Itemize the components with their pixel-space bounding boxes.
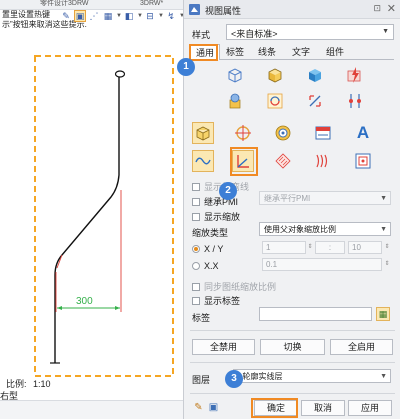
pin-icon[interactable]: ⊡ bbox=[373, 3, 381, 14]
tab-label[interactable]: 标签 bbox=[222, 44, 248, 60]
flip-arrow-icon[interactable] bbox=[304, 90, 326, 112]
xy-label: X / Y bbox=[204, 244, 224, 254]
xx-radio[interactable] bbox=[192, 262, 200, 270]
disable-all-button[interactable]: 全禁用 bbox=[192, 339, 255, 355]
flash-part-icon[interactable] bbox=[344, 64, 366, 86]
apply-button[interactable]: 应用 bbox=[348, 400, 392, 416]
scale-label: 比例: bbox=[6, 379, 27, 389]
box-outline-icon[interactable] bbox=[224, 64, 246, 86]
show-tag-row[interactable]: 显示标签 bbox=[192, 294, 240, 307]
close-icon[interactable]: ✕ bbox=[387, 2, 396, 15]
part-profile-line bbox=[54, 76, 120, 363]
tab-text[interactable]: 文字 bbox=[288, 44, 314, 60]
box-solid-icon[interactable] bbox=[304, 64, 326, 86]
show-fold-checkbox[interactable] bbox=[192, 182, 200, 191]
xy-row[interactable]: X / Y bbox=[192, 244, 223, 254]
tab-general[interactable]: 通用 bbox=[190, 44, 220, 60]
tab-component[interactable]: 组件 bbox=[322, 44, 348, 60]
grid-dots-icon[interactable] bbox=[352, 150, 374, 172]
show-scale-row[interactable]: 显示缩放 bbox=[192, 210, 240, 223]
divider bbox=[190, 393, 395, 394]
style-select-value: <来自标准> bbox=[231, 29, 278, 39]
style-label: 样式 bbox=[192, 30, 211, 40]
pmi-select-value: 继承平行PMI bbox=[264, 194, 311, 203]
cancel-button[interactable]: 取消 bbox=[301, 400, 345, 416]
step-badge-2: 2 bbox=[219, 182, 237, 200]
layer-label: 图层 bbox=[192, 375, 211, 385]
spin-arrows-icon[interactable]: ⇕ bbox=[383, 258, 391, 271]
show-tag-checkbox[interactable] bbox=[192, 296, 200, 305]
ratio-left-input[interactable]: 1 bbox=[262, 241, 306, 254]
display-style-icon-grid: A bbox=[192, 64, 394, 176]
panel-title-bar: 视图属性 ⊡ ✕ bbox=[184, 0, 400, 19]
tag-input[interactable] bbox=[259, 307, 372, 321]
dimension-arrow-left bbox=[57, 306, 62, 310]
part-drawing bbox=[34, 55, 174, 377]
scale-value: 1:10 bbox=[33, 379, 51, 389]
layer-select[interactable]: 1轮廓实线层 ▼ bbox=[233, 369, 391, 383]
property-tabs: 通用 标签 线条 文字 组件 bbox=[190, 44, 394, 60]
rectangle-label-icon[interactable] bbox=[312, 122, 334, 144]
step-badge-1: 1 bbox=[177, 58, 195, 76]
pmi-select[interactable]: 继承平行PMI ▼ bbox=[259, 191, 391, 205]
top-end-circle bbox=[114, 70, 126, 78]
divider bbox=[190, 330, 395, 331]
dimension-arrow-right bbox=[115, 306, 120, 310]
view-properties-icon bbox=[189, 4, 200, 15]
sync-row[interactable]: 同步图纸缩放比例 bbox=[192, 280, 276, 293]
toggle-button[interactable]: 切换 bbox=[260, 339, 325, 355]
chevron-down-icon: ▼ bbox=[380, 195, 387, 202]
decimal-input[interactable]: 0.1 bbox=[262, 258, 382, 271]
canvas-status-strip bbox=[0, 400, 183, 419]
parallel-lines-icon[interactable] bbox=[312, 150, 334, 172]
ok-button[interactable]: 确定 bbox=[254, 400, 298, 416]
xy-radio[interactable] bbox=[192, 245, 200, 253]
circle-gear-icon[interactable] bbox=[272, 122, 294, 144]
xx-row[interactable]: X.X bbox=[192, 261, 219, 271]
target-center-icon[interactable] bbox=[232, 122, 254, 144]
gear-part-icon[interactable] bbox=[224, 90, 246, 112]
drawing-canvas[interactable]: 零件设计3DRW 3DRW* 置里设置热键 示”按钮来取消这些提示. ✎ ▣ ⋰… bbox=[0, 0, 183, 419]
box-wire-icon[interactable] bbox=[192, 122, 214, 144]
brush-icon[interactable]: ✎ bbox=[192, 401, 205, 414]
align-points-icon[interactable] bbox=[344, 90, 366, 112]
panel-title: 视图属性 bbox=[205, 6, 242, 16]
tag-picker-icon[interactable]: ▦ bbox=[376, 307, 390, 321]
show-scale-checkbox[interactable] bbox=[192, 212, 200, 221]
tab-line[interactable]: 线条 bbox=[254, 44, 280, 60]
show-scale-label: 显示缩放 bbox=[204, 212, 241, 222]
text-a-icon[interactable]: A bbox=[352, 122, 374, 144]
ratio-right-input[interactable]: 10 bbox=[348, 241, 382, 254]
sync-label: 同步图纸缩放比例 bbox=[204, 282, 277, 292]
save-icon[interactable]: ▣ bbox=[207, 401, 220, 414]
box-shaded-icon[interactable] bbox=[264, 64, 286, 86]
rotate-swap-icon[interactable] bbox=[264, 90, 286, 112]
xx-label: X.X bbox=[204, 261, 219, 271]
scale-type-value: 使用父对象缩放比例 bbox=[264, 225, 336, 234]
pmi-checkbox[interactable] bbox=[192, 197, 200, 206]
show-tag-label: 显示标签 bbox=[204, 296, 241, 306]
style-select[interactable]: <来自标准> ▼ bbox=[226, 24, 394, 40]
scale-type-select[interactable]: 使用父对象缩放比例 ▼ bbox=[259, 222, 391, 236]
tag-label: 标签 bbox=[192, 313, 211, 323]
wave-curve-icon[interactable] bbox=[192, 150, 214, 172]
layer-select-value: 1轮廓实线层 bbox=[238, 372, 283, 381]
divider bbox=[190, 362, 395, 363]
chevron-down-icon: ▼ bbox=[382, 28, 389, 35]
scale-type-label: 缩放类型 bbox=[192, 228, 229, 238]
enable-all-button[interactable]: 全启用 bbox=[330, 339, 393, 355]
view-properties-panel: 视图属性 ⊡ ✕ 样式 <来自标准> ▼ 通用 标签 线条 文字 组件 A 继承… bbox=[183, 0, 400, 419]
chevron-down-icon: ▼ bbox=[380, 373, 387, 380]
hatch-pattern-icon[interactable] bbox=[272, 150, 294, 172]
dimension-value[interactable]: 300 bbox=[76, 296, 93, 307]
step-badge-3: 3 bbox=[225, 370, 243, 388]
ratio-separator: : bbox=[315, 241, 345, 254]
sync-checkbox[interactable] bbox=[192, 282, 200, 291]
spin-arrows-icon[interactable]: ⇕ bbox=[306, 241, 314, 254]
axis-origin-icon[interactable] bbox=[232, 150, 254, 172]
spin-arrows-icon[interactable]: ⇕ bbox=[383, 241, 391, 254]
chevron-down-icon: ▼ bbox=[380, 226, 387, 233]
